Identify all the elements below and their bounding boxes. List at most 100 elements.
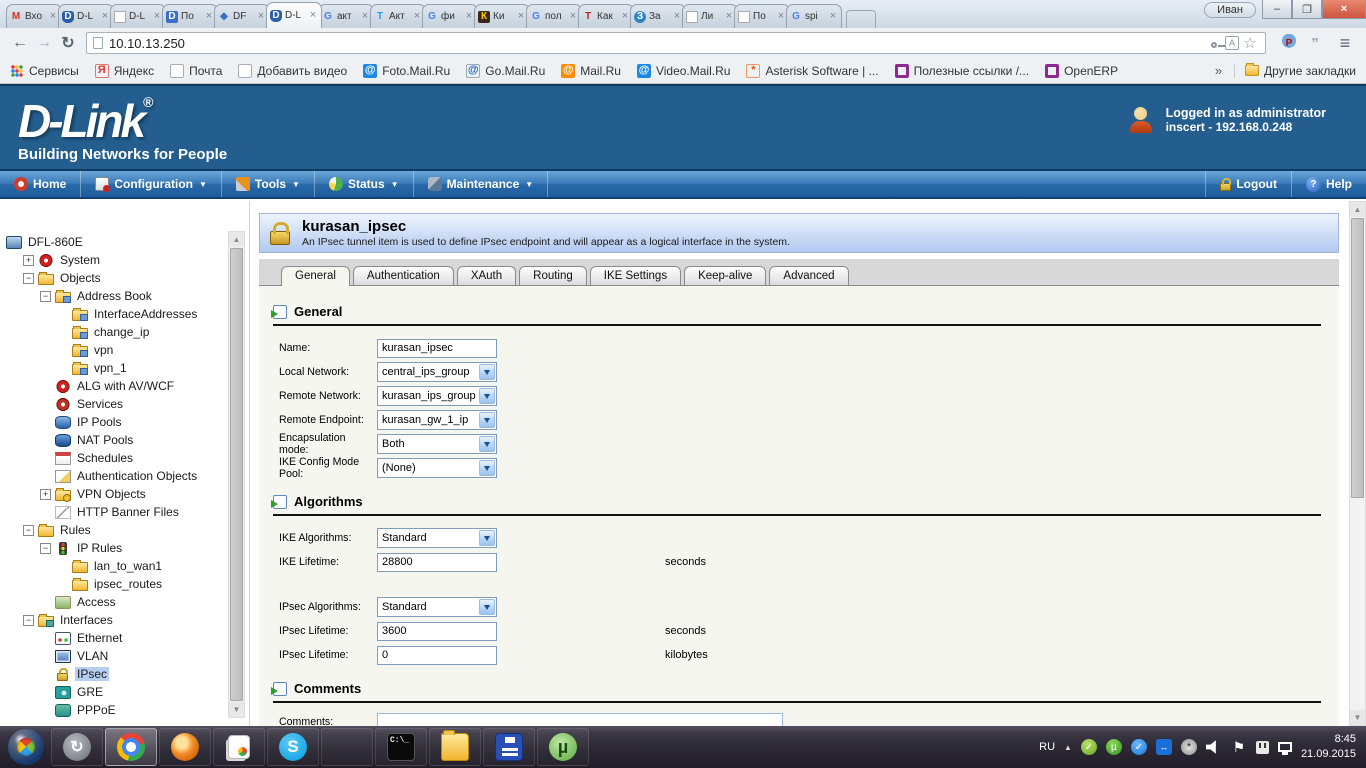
new-tab-button[interactable] [846, 10, 876, 28]
encapsulation-mode-select[interactable]: Both [377, 434, 497, 454]
tab-routing[interactable]: Routing [519, 266, 587, 285]
nav-item-home[interactable]: Home [0, 171, 82, 197]
start-button[interactable] [8, 729, 44, 765]
tree-expander-icon[interactable]: + [40, 488, 51, 500]
nav-item-status[interactable]: Status ▼ [315, 171, 414, 197]
browser-tab[interactable]: D D-L × [266, 2, 322, 28]
ike-lifetime-input[interactable] [377, 552, 497, 572]
taskbar-app-firefox[interactable] [159, 728, 211, 766]
taskbar-app-floppy[interactable] [483, 728, 535, 766]
browser-tab[interactable]: Gпол × [526, 4, 582, 28]
tree-item-ipsec-routes[interactable]: ipsec_routes [6, 575, 221, 593]
tab-close-icon[interactable]: × [620, 11, 630, 22]
browser-tab[interactable]: D По × [162, 4, 218, 28]
dropdown-arrow-icon[interactable] [479, 412, 495, 428]
tree-item-system[interactable]: + System [6, 251, 221, 269]
scroll-down-icon[interactable]: ▼ [1350, 710, 1365, 725]
tab-close-icon[interactable]: × [464, 11, 474, 22]
language-indicator[interactable]: RU [1039, 741, 1055, 753]
tray-expand-icon[interactable]: ▲ [1064, 743, 1072, 752]
scroll-up-icon[interactable]: ▲ [1350, 202, 1365, 217]
tree-item-ipsec[interactable]: IPsec [6, 665, 221, 683]
tab-close-icon[interactable]: × [828, 11, 838, 22]
scroll-down-icon[interactable]: ▼ [229, 702, 244, 717]
content-scrollbar[interactable]: ▲ ▼ [1349, 201, 1366, 726]
close-button[interactable]: × [1322, 0, 1366, 19]
remote-endpoint-select[interactable]: kurasan_gw_1_ip [377, 410, 497, 430]
restore-button[interactable]: ❐ [1292, 0, 1322, 19]
key-icon[interactable] [1205, 36, 1225, 51]
bookmark-item[interactable]: Добавить видео [238, 63, 347, 78]
nav-item-maintenance[interactable]: Maintenance ▼ [414, 171, 549, 197]
back-button[interactable]: ← [8, 31, 32, 55]
comments-textarea[interactable] [377, 713, 783, 726]
tab-close-icon[interactable]: × [204, 11, 214, 22]
profile-button[interactable]: Иван [1204, 2, 1256, 18]
tab-close-icon[interactable]: × [412, 11, 422, 22]
browser-tab[interactable]: D D-L × [58, 4, 114, 28]
browser-tab[interactable]: По × [734, 4, 790, 28]
logout-button[interactable]: Logout [1205, 171, 1291, 197]
local-network-select[interactable]: central_ips_group [377, 362, 497, 382]
bookmark-item[interactable]: * Asterisk Software | ... [746, 63, 879, 78]
sidebar-scrollbar-thumb[interactable] [230, 248, 243, 701]
tree-item-objects[interactable]: − Objects [6, 269, 221, 287]
tab-authentication[interactable]: Authentication [352, 266, 454, 285]
content-scrollbar-thumb[interactable] [1351, 218, 1364, 498]
tab-advanced[interactable]: Advanced [769, 266, 849, 285]
bookmark-item[interactable]: Полезные ссылки /... [894, 63, 1029, 78]
tree-expander-icon[interactable]: − [40, 542, 51, 554]
bookmark-item[interactable]: @ Video.Mail.Ru [636, 63, 730, 78]
tree-item-access[interactable]: Access [6, 593, 221, 611]
browser-tab[interactable]: ◆ DF × [214, 4, 270, 28]
tab-close-icon[interactable]: × [516, 11, 526, 22]
tray-power-icon[interactable] [1255, 740, 1269, 754]
taskbar-app-cmd[interactable]: C:\_ [375, 728, 427, 766]
tree-item-ethernet[interactable]: Ethernet [6, 629, 221, 647]
tab-close-icon[interactable]: × [100, 11, 110, 22]
tree-expander-icon[interactable]: − [23, 614, 34, 626]
ipsec-algorithms-select[interactable]: Standard [377, 597, 497, 617]
help-button[interactable]: ? Help [1290, 171, 1366, 197]
browser-tab[interactable]: К Ки × [474, 4, 530, 28]
bookmark-item[interactable]: OpenERP [1045, 63, 1118, 78]
bookmark-item[interactable]: Сервисы [10, 63, 79, 78]
browser-tab[interactable]: M Вхо × [6, 4, 62, 28]
tree-item-alg-with-av-wcf[interactable]: ALG with AV/WCF [6, 377, 221, 395]
tab-close-icon[interactable]: × [360, 11, 370, 22]
tray-blue-check-icon[interactable]: ✓ [1130, 739, 1147, 755]
dropdown-arrow-icon[interactable] [479, 436, 495, 452]
browser-tab[interactable]: Ли × [682, 4, 738, 28]
tree-item-http-banner-files[interactable]: HTTP Banner Files [6, 503, 221, 521]
tree-item-change-ip[interactable]: change_ip [6, 323, 221, 341]
sidebar-scrollbar[interactable]: ▲ ▼ [228, 231, 245, 718]
quote-extension-icon[interactable]: ” [1304, 32, 1326, 54]
dropdown-arrow-icon[interactable] [479, 460, 495, 476]
ipsec-lifetime-kilobytes-input[interactable] [377, 645, 497, 665]
tree-item-nat-pools[interactable]: NAT Pools [6, 431, 221, 449]
tree-item-address-book[interactable]: − Address Book [6, 287, 221, 305]
tree-item-vpn[interactable]: vpn [6, 341, 221, 359]
taskbar-app-backup[interactable]: ↻ [51, 728, 103, 766]
ike-algorithms-select[interactable]: Standard [377, 528, 497, 548]
taskbar-app-chrome[interactable] [105, 728, 157, 766]
tree-item-services[interactable]: Services [6, 395, 221, 413]
taskbar-app-control-panel[interactable] [321, 728, 373, 766]
tree-item-ip-rules[interactable]: − IP Rules [6, 539, 221, 557]
pdf-extension-icon[interactable]: P [1278, 32, 1300, 54]
tab-close-icon[interactable]: × [256, 11, 266, 22]
tray-network-icon[interactable] [1277, 742, 1292, 755]
tree-item-interfaces[interactable]: − Interfaces [6, 611, 221, 629]
other-bookmarks[interactable]: Другие закладки [1234, 63, 1356, 78]
tree-item-pppoe[interactable]: PPPoE [6, 701, 221, 719]
browser-tab[interactable]: T Акт × [370, 4, 426, 28]
browser-tab[interactable]: D-L × [110, 4, 166, 28]
nav-item-tools[interactable]: Tools ▼ [222, 171, 315, 197]
tree-item-ip-pools[interactable]: IP Pools [6, 413, 221, 431]
bookmark-item[interactable]: @ Foto.Mail.Ru [363, 63, 450, 78]
reload-button[interactable]: ↻ [56, 31, 80, 55]
tree-expander-icon[interactable]: − [23, 272, 34, 284]
bookmark-item[interactable]: @ Mail.Ru [561, 63, 621, 78]
name-input[interactable] [377, 338, 497, 358]
tree-item-gre[interactable]: GRE [6, 683, 221, 701]
